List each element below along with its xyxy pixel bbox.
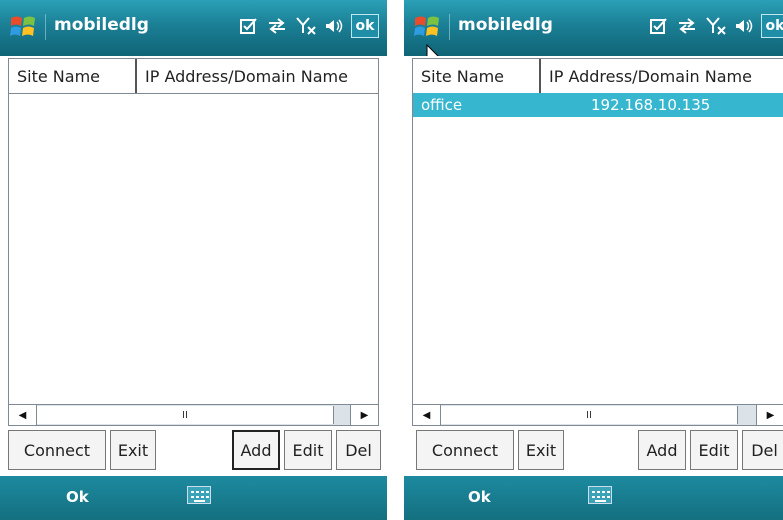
- volume-icon[interactable]: [734, 17, 754, 35]
- edit-button[interactable]: Edit: [284, 430, 332, 470]
- button-row: Connect Exit Add Edit Del: [410, 430, 783, 472]
- softkey-bar: Ok: [404, 476, 783, 520]
- list-header: Site Name IP Address/Domain Name: [413, 59, 783, 94]
- horizontal-scrollbar[interactable]: ◀ II ▶: [413, 404, 783, 425]
- add-button[interactable]: Add: [232, 430, 280, 470]
- exit-button[interactable]: Exit: [110, 430, 156, 470]
- scroll-right-button[interactable]: ▶: [756, 405, 783, 425]
- connect-button[interactable]: Connect: [8, 430, 106, 470]
- title-ok-button[interactable]: ok: [761, 14, 783, 38]
- del-button[interactable]: Del: [742, 430, 783, 470]
- app-title: mobiledlg: [54, 15, 149, 35]
- softkey-bar: Ok: [0, 476, 387, 520]
- app-title: mobiledlg: [458, 15, 553, 35]
- content-area: Site Name IP Address/Domain Name office …: [404, 56, 783, 470]
- softkey-ok[interactable]: Ok: [468, 488, 491, 506]
- content-area: Site Name IP Address/Domain Name ◀ II ▶ …: [0, 56, 387, 470]
- column-header-site-name[interactable]: Site Name: [413, 59, 541, 93]
- exit-button[interactable]: Exit: [518, 430, 564, 470]
- keyboard-icon[interactable]: [187, 486, 211, 504]
- screen-after: mobiledlg ok Site Name IP Address/Domain…: [404, 0, 783, 520]
- title-bar: mobiledlg ok: [404, 0, 783, 56]
- horizontal-scrollbar[interactable]: ◀ II ▶: [9, 404, 378, 425]
- scroll-thumb[interactable]: II: [37, 406, 334, 424]
- button-row: Connect Exit Add Edit Del: [6, 430, 381, 472]
- scroll-thumb[interactable]: II: [441, 406, 738, 424]
- windows-start-icon[interactable]: [8, 12, 38, 42]
- edit-button[interactable]: Edit: [690, 430, 738, 470]
- list-header: Site Name IP Address/Domain Name: [9, 59, 378, 94]
- column-header-address[interactable]: IP Address/Domain Name: [541, 59, 783, 93]
- connectivity-icon[interactable]: [266, 17, 288, 35]
- address-cell: 192.168.10.135: [591, 96, 711, 114]
- scroll-right-button[interactable]: ▶: [350, 405, 378, 425]
- column-header-address[interactable]: IP Address/Domain Name: [137, 59, 378, 93]
- windows-start-icon[interactable]: [412, 12, 442, 42]
- title-bar: mobiledlg ok: [0, 0, 387, 56]
- scroll-left-button[interactable]: ◀: [413, 405, 441, 425]
- volume-icon[interactable]: [324, 17, 344, 35]
- column-header-site-name[interactable]: Site Name: [9, 59, 137, 93]
- site-list[interactable]: Site Name IP Address/Domain Name ◀ II ▶: [8, 58, 379, 426]
- site-name-cell: office: [421, 96, 463, 114]
- connect-button[interactable]: Connect: [416, 430, 514, 470]
- title-divider: [449, 14, 450, 40]
- title-ok-button[interactable]: ok: [351, 14, 379, 38]
- connectivity-icon[interactable]: [676, 17, 698, 35]
- status-icons: ok: [239, 12, 379, 40]
- notification-icon[interactable]: [239, 17, 259, 35]
- no-signal-icon[interactable]: [295, 16, 317, 36]
- list-rows: office 192.168.10.135: [413, 93, 783, 117]
- list-item[interactable]: office 192.168.10.135: [413, 93, 783, 117]
- softkey-ok[interactable]: Ok: [66, 488, 89, 506]
- screen-before: mobiledlg ok Site Name IP Address/Domain…: [0, 0, 387, 520]
- site-list[interactable]: Site Name IP Address/Domain Name office …: [412, 58, 783, 426]
- scroll-track[interactable]: II: [441, 405, 756, 425]
- status-icons: ok: [649, 12, 783, 40]
- add-button[interactable]: Add: [638, 430, 686, 470]
- del-button[interactable]: Del: [336, 430, 381, 470]
- scroll-grip: II: [586, 409, 592, 421]
- title-divider: [45, 14, 46, 40]
- scroll-track[interactable]: II: [37, 405, 350, 425]
- scroll-left-button[interactable]: ◀: [9, 405, 37, 425]
- no-signal-icon[interactable]: [705, 16, 727, 36]
- notification-icon[interactable]: [649, 17, 669, 35]
- keyboard-icon[interactable]: [588, 486, 612, 504]
- scroll-grip: II: [182, 409, 188, 421]
